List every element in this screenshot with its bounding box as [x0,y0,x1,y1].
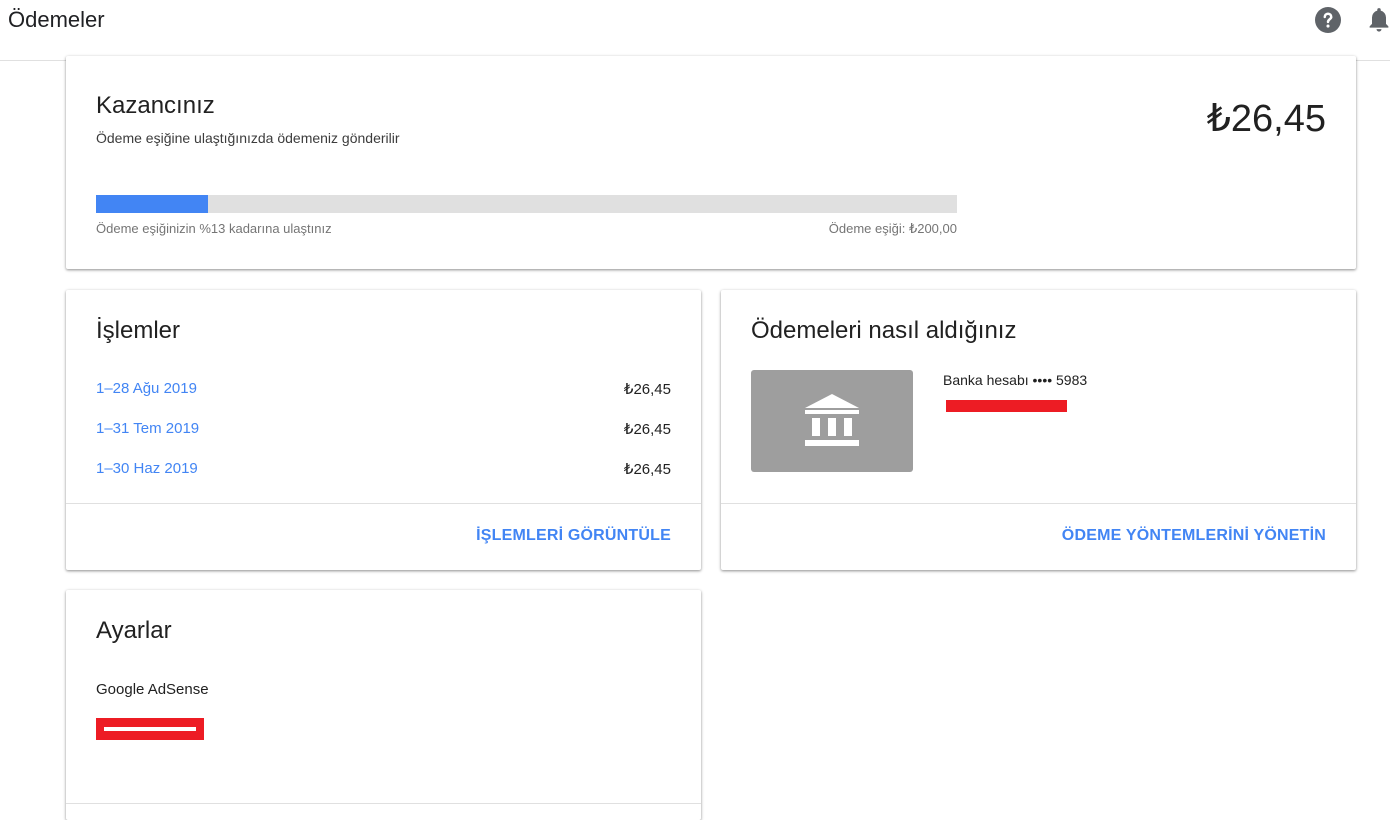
card-divider [66,503,701,504]
threshold-label: Ödeme eşiği: ₺200,00 [828,221,957,236]
earnings-card: Kazancınız Ödeme eşiğine ulaştığınızda ö… [66,56,1356,269]
earnings-subtitle: Ödeme eşiğine ulaştığınızda ödemeniz gön… [96,130,400,146]
settings-product-name: Google AdSense [96,681,209,698]
transaction-amount: ₺26,45 [623,421,671,438]
payment-method-card: Ödemeleri nasıl aldığınız Banka hesabı •… [721,290,1356,570]
transaction-period-link[interactable]: 1–28 Ağu 2019 [96,380,197,397]
table-row: 1–31 Tem 2019 ₺26,45 [96,420,671,444]
transaction-period-link[interactable]: 1–30 Haz 2019 [96,460,198,477]
transaction-period-link[interactable]: 1–31 Tem 2019 [96,420,199,437]
progress-fill [96,195,208,213]
redaction-stripe [104,727,196,731]
earnings-title: Kazancınız [96,92,215,119]
payment-threshold-progress [96,195,957,213]
settings-title: Ayarlar [96,617,172,644]
card-divider [721,503,1356,504]
help-icon[interactable] [1315,7,1341,33]
settings-card: Ayarlar Google AdSense [66,590,701,820]
redaction-bar [96,718,204,740]
manage-payment-methods-button[interactable]: ÖDEME YÖNTEMLERİNİ YÖNETİN [1062,527,1326,545]
transactions-card: İşlemler 1–28 Ağu 2019 ₺26,45 1–31 Tem 2… [66,290,701,570]
redaction-bar [946,400,1067,412]
payment-method-title: Ödemeleri nasıl aldığınız [751,317,1017,344]
bank-account-tile [751,370,913,472]
bell-icon[interactable] [1366,6,1390,34]
table-row: 1–28 Ağu 2019 ₺26,45 [96,380,671,404]
table-row: 1–30 Haz 2019 ₺26,45 [96,460,671,484]
earnings-amount: ₺26,45 [1206,98,1326,140]
transactions-title: İşlemler [96,317,181,344]
bank-account-label: Banka hesabı •••• 5983 [943,372,1088,388]
view-transactions-button[interactable]: İŞLEMLERİ GÖRÜNTÜLE [476,527,671,545]
bank-icon [805,394,859,446]
page-title: Ödemeler [8,7,105,32]
top-app-bar: Ödemeler [0,0,1390,61]
transaction-amount: ₺26,45 [623,381,671,398]
card-divider [66,803,701,804]
transaction-amount: ₺26,45 [623,461,671,478]
